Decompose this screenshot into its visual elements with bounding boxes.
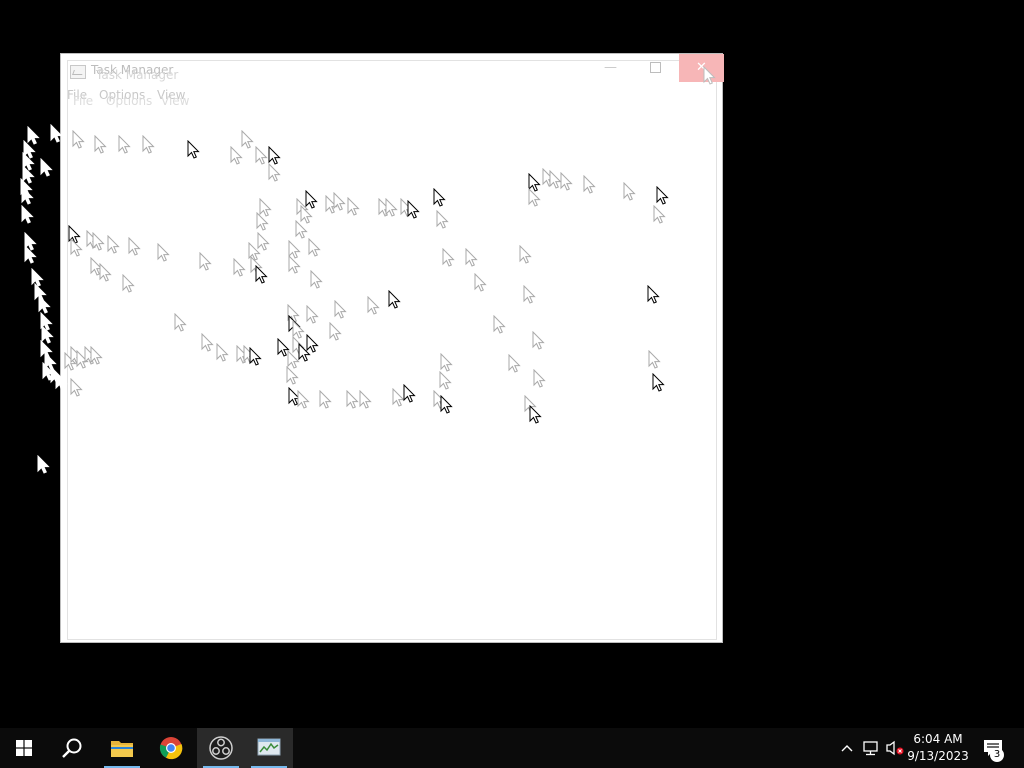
menu-options-ghost: Options: [106, 94, 153, 108]
search-button[interactable]: [48, 728, 96, 768]
show-hidden-icons-button[interactable]: [838, 728, 856, 768]
menu-bar: File Options View File Options View: [61, 84, 722, 108]
network-tray-button[interactable]: [861, 728, 881, 768]
search-icon: [62, 738, 82, 758]
file-explorer-button[interactable]: [98, 728, 146, 768]
system-clock[interactable]: 6:04 AM 9/13/2023: [904, 731, 972, 765]
window-title-ghost: Task Manager: [96, 68, 179, 82]
task-manager-icon: [257, 738, 281, 756]
volume-muted-icon: [886, 740, 904, 756]
start-button[interactable]: [0, 728, 48, 768]
task-manager-window[interactable]: Task Manager Task Manager — ✕ File Optio…: [60, 53, 724, 643]
chevron-up-icon: [841, 745, 853, 752]
network-icon: [863, 741, 878, 756]
volume-tray-button[interactable]: [884, 728, 906, 768]
notification-count-badge: 3: [990, 748, 1004, 762]
minimize-button[interactable]: —: [588, 54, 633, 82]
chrome-icon: [159, 737, 183, 760]
maximize-icon: [650, 62, 661, 73]
chrome-button[interactable]: [147, 728, 195, 768]
close-button[interactable]: ✕: [679, 54, 724, 82]
clock-date: 9/13/2023: [907, 749, 969, 763]
maximize-button[interactable]: [633, 54, 678, 82]
menu-view-ghost: View: [161, 94, 190, 108]
menu-file-ghost: File: [73, 94, 94, 108]
obs-button[interactable]: [197, 728, 245, 768]
obs-icon: [209, 736, 233, 760]
task-manager-button[interactable]: [245, 728, 293, 768]
folder-icon: [111, 741, 133, 757]
title-bar[interactable]: Task Manager Task Manager — ✕: [61, 54, 724, 84]
windows-logo-icon: [16, 740, 32, 756]
clock-time: 6:04 AM: [913, 732, 963, 746]
task-manager-icon: [70, 65, 86, 79]
ghost-window-frame: [67, 60, 717, 640]
